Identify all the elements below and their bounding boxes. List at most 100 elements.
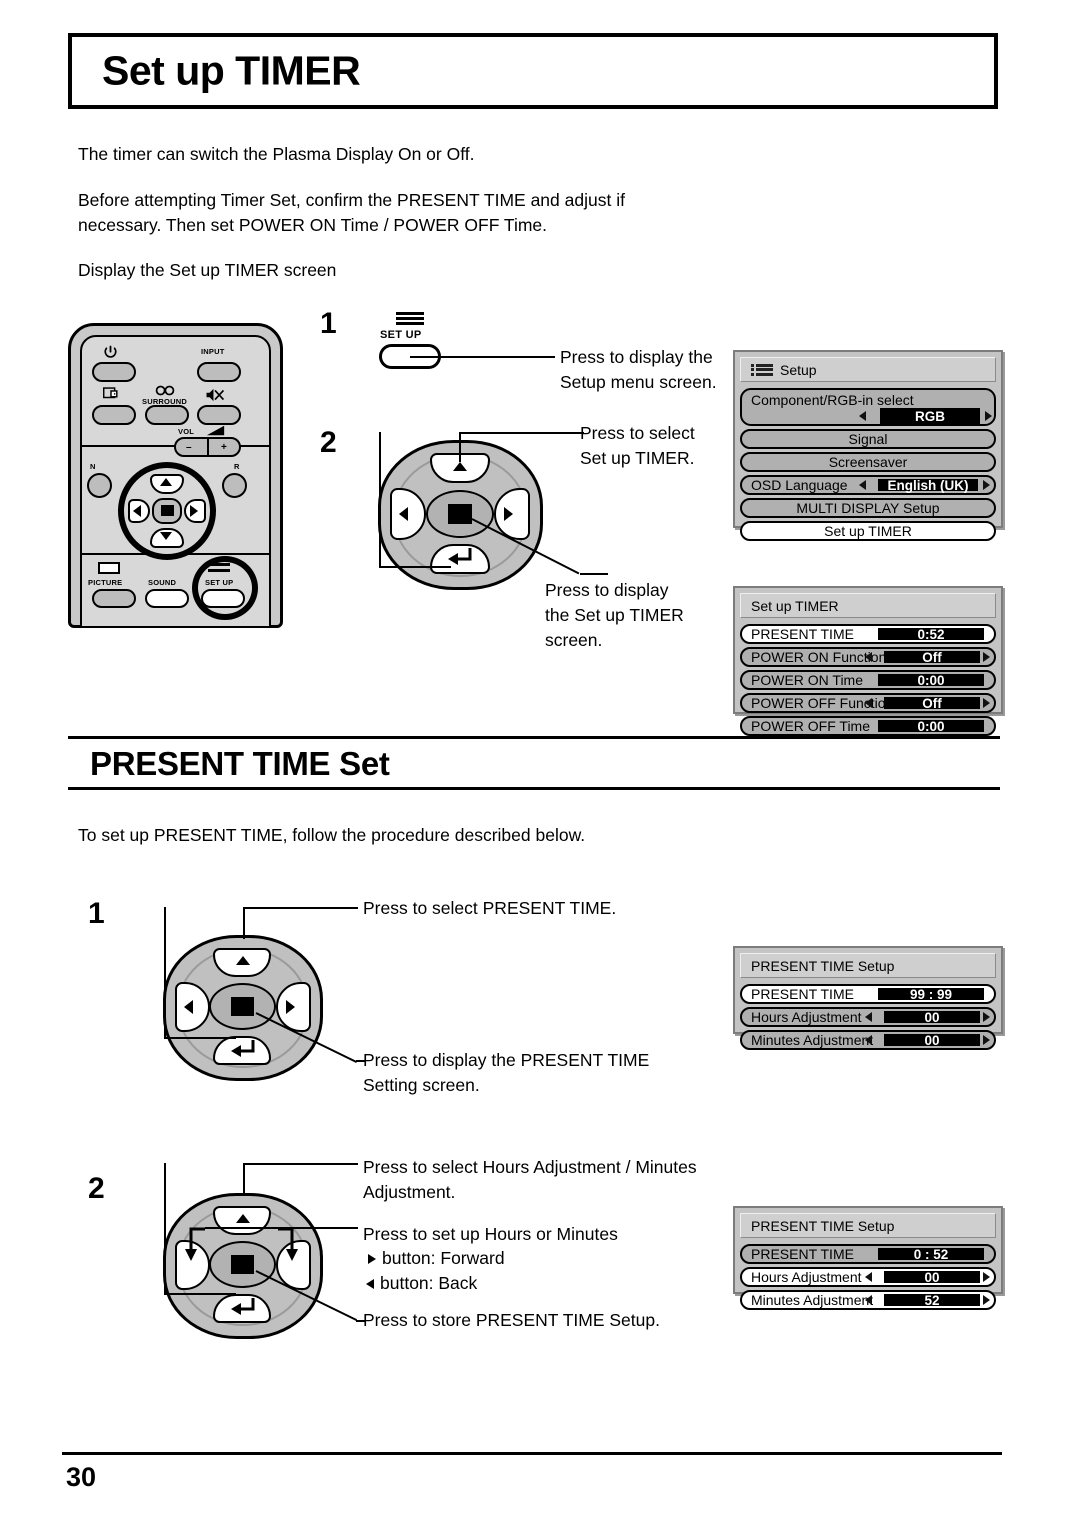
osd-row-power-off-function[interactable]: POWER OFF Function Off: [740, 693, 996, 713]
right-arrow-icon[interactable]: [983, 480, 990, 490]
leader-line-up-h-pt2: [243, 1163, 358, 1165]
step-number-timer-2: 2: [320, 426, 337, 459]
osd-row-present-time[interactable]: PRESENT TIME 99 : 99: [740, 984, 996, 1004]
osd-present-time-setup-2: PRESENT TIME Setup PRESENT TIME 0 : 52 H…: [733, 1206, 1003, 1310]
section2-intro: To set up PRESENT TIME, follow the proce…: [78, 825, 586, 845]
leader-line-up-h-step2: [459, 432, 584, 434]
page-title-box: Set up TIMER: [68, 33, 998, 109]
input-label: INPUT: [201, 347, 225, 356]
nav-right-arrow-icon: [190, 505, 198, 517]
right-arrow-icon[interactable]: [983, 1295, 990, 1305]
right-arrow-icon[interactable]: [983, 1035, 990, 1045]
osd-row-label: PRESENT TIME: [751, 626, 854, 642]
setup-button[interactable]: [201, 589, 245, 608]
enter-square-icon: [448, 504, 472, 524]
callout-step-pt-2-enter: Press to store PRESENT TIME Setup.: [363, 1310, 660, 1330]
leader-line-up-step2: [459, 432, 461, 462]
surround-button[interactable]: [145, 405, 189, 425]
dpad-return-arrow-icon: [231, 1040, 255, 1057]
right-arrow-icon[interactable]: [983, 652, 990, 662]
r-button[interactable]: [222, 473, 247, 498]
sound-button[interactable]: [145, 589, 189, 608]
pip-button[interactable]: [92, 405, 136, 425]
sound-label: SOUND: [148, 578, 177, 587]
left-arrow-icon[interactable]: [865, 1035, 872, 1045]
osd-row-value: Off: [884, 650, 980, 665]
osd-row-label: Minutes Adjustment: [751, 1032, 874, 1048]
left-arrow-icon[interactable]: [865, 652, 872, 662]
dpad-return-arrow-icon: [231, 1298, 255, 1315]
osd-pt1-rows: PRESENT TIME 99 : 99 Hours Adjustment 00…: [740, 984, 996, 1050]
input-button[interactable]: [197, 362, 241, 382]
osd-row-component-rgb[interactable]: Component/RGB-in select RGB: [740, 388, 996, 426]
mute-button[interactable]: [197, 405, 241, 425]
osd-row-minutes-adjustment[interactable]: Minutes Adjustment 00: [740, 1030, 996, 1050]
osd-set-up-timer: Set up TIMER PRESENT TIME 0:52 POWER ON …: [733, 586, 1003, 736]
setup-bars-icon-step1: [396, 312, 424, 325]
left-arrow-icon[interactable]: [865, 1012, 872, 1022]
enter-square-icon: [231, 1255, 254, 1274]
osd-row-hours-adjustment[interactable]: Hours Adjustment 00: [740, 1007, 996, 1027]
leader-line-enter-h-step2: [580, 573, 608, 575]
setup-label: SET UP: [205, 578, 234, 587]
callout-step-timer-2-enter: Press to display the Set up TIMER screen…: [545, 580, 684, 650]
osd-row-present-time[interactable]: PRESENT TIME 0 : 52: [740, 1244, 996, 1264]
osd-timer-rows: PRESENT TIME 0:52 POWER ON Function Off …: [740, 624, 996, 736]
dpad-diagram-pt-2: [163, 1193, 323, 1339]
setup-list-icon: [751, 362, 773, 377]
leader-line-up-h-pt1: [243, 907, 358, 909]
osd-row-value: RGB: [880, 408, 980, 424]
osd-row-hours-adjustment[interactable]: Hours Adjustment 00: [740, 1267, 996, 1287]
osd-row-set-up-timer[interactable]: Set up TIMER: [740, 521, 996, 541]
osd-row-label: OSD Language: [751, 477, 848, 493]
osd-row-multi-display[interactable]: MULTI DISPLAY Setup: [740, 498, 996, 518]
callout-forward-row: button: Forward: [368, 1248, 505, 1269]
right-arrow-icon[interactable]: [983, 1012, 990, 1022]
volume-level-icon: [206, 425, 225, 436]
osd-row-value: 0:00: [878, 719, 984, 734]
osd-pt2-title: PRESENT TIME Setup: [751, 1217, 895, 1234]
osd-present-time-setup-1: PRESENT TIME Setup PRESENT TIME 99 : 99 …: [733, 946, 1003, 1050]
osd-setup-title: Setup: [780, 361, 817, 378]
osd-row-osd-language[interactable]: OSD Language English (UK): [740, 475, 996, 495]
left-arrow-icon[interactable]: [859, 411, 866, 421]
osd-row-power-off-time[interactable]: POWER OFF Time 0:00: [740, 716, 996, 736]
left-arrow-icon[interactable]: [865, 1295, 872, 1305]
picture-button[interactable]: [92, 589, 136, 608]
osd-row-label: Signal: [848, 431, 888, 447]
osd-row-value: English (UK): [878, 478, 978, 493]
right-arrow-icon[interactable]: [983, 698, 990, 708]
left-arrow-icon[interactable]: [865, 698, 872, 708]
osd-row-label: Set up TIMER: [824, 523, 912, 539]
setup-pill-label: SET UP: [380, 329, 422, 341]
right-arrow-icon[interactable]: [985, 411, 992, 421]
step-number-pt-2: 2: [88, 1172, 105, 1205]
n-label: N: [90, 462, 96, 471]
dpad-right-hook-arrow-icon: [278, 1227, 298, 1261]
section-present-time-set: PRESENT TIME Set: [68, 736, 1000, 790]
left-arrow-icon[interactable]: [859, 480, 866, 490]
osd-row-signal[interactable]: Signal: [740, 429, 996, 449]
osd-row-minutes-adjustment[interactable]: Minutes Adjustment 52: [740, 1290, 996, 1310]
power-button[interactable]: [92, 362, 136, 382]
picture-label: PICTURE: [88, 578, 123, 587]
osd-pt2-title-bar: PRESENT TIME Setup: [740, 1213, 996, 1238]
n-button[interactable]: [87, 473, 112, 498]
surround-icon: [155, 385, 175, 396]
osd-row-power-on-function[interactable]: POWER ON Function Off: [740, 647, 996, 667]
osd-row-power-on-time[interactable]: POWER ON Time 0:00: [740, 670, 996, 690]
left-arrow-icon[interactable]: [865, 1272, 872, 1282]
section-heading: PRESENT TIME Set: [90, 745, 390, 782]
dpad-bracket-h-step2: [379, 566, 451, 568]
osd-row-value: Off: [884, 696, 980, 711]
callout-step-pt-1-enter: Press to display the PRESENT TIME Settin…: [363, 1050, 650, 1095]
navigation-ring: [118, 462, 216, 560]
osd-timer-title-bar: Set up TIMER: [740, 593, 996, 618]
osd-row-screensaver[interactable]: Screensaver: [740, 452, 996, 472]
r-label: R: [234, 462, 240, 471]
osd-row-present-time[interactable]: PRESENT TIME 0:52: [740, 624, 996, 644]
leader-line-up-pt1: [243, 907, 245, 939]
right-arrow-icon[interactable]: [983, 1272, 990, 1282]
callout-back-label: button: Back: [380, 1273, 478, 1293]
dpad-bracket-v-pt2: [164, 1163, 166, 1295]
